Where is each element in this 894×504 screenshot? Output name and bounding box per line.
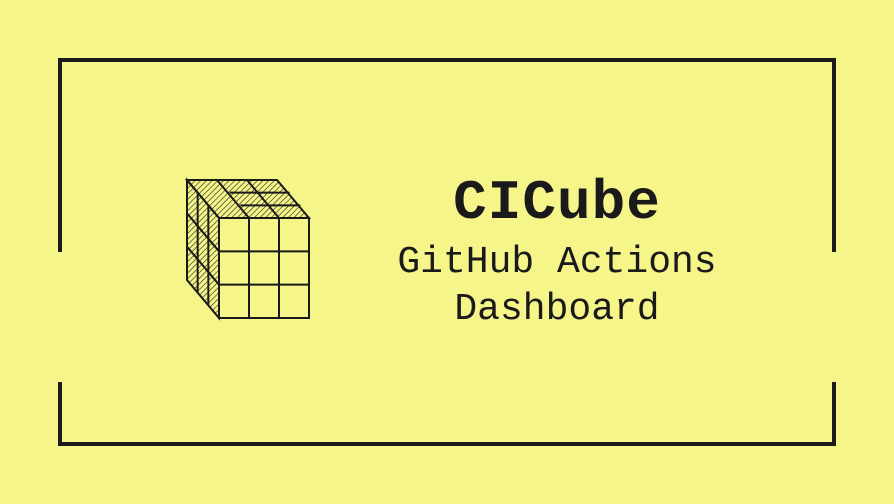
subtitle-line-2: Dashboard bbox=[454, 288, 659, 331]
brand-subtitle: GitHub Actions Dashboard bbox=[397, 239, 716, 334]
brand-text-block: CICube GitHub Actions Dashboard bbox=[397, 171, 716, 334]
main-content: CICube GitHub Actions Dashboard bbox=[0, 0, 894, 504]
cube-icon bbox=[177, 170, 327, 335]
brand-title: CICube bbox=[397, 171, 716, 235]
subtitle-line-1: GitHub Actions bbox=[397, 241, 716, 284]
